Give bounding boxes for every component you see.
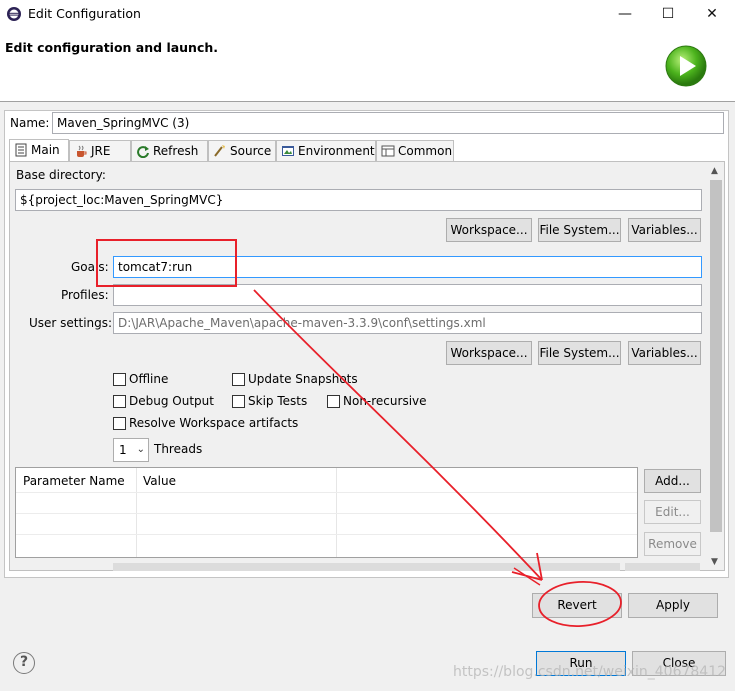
file-system-button[interactable]: File System... bbox=[538, 218, 621, 242]
watermark-text: https://blog.csdn.net/weixin_40678412 bbox=[453, 664, 727, 680]
main-tab-icon bbox=[15, 143, 27, 157]
revert-button[interactable]: Revert bbox=[532, 593, 622, 618]
name-field[interactable]: Maven_SpringMVC (3) bbox=[52, 112, 724, 134]
scroll-down-icon[interactable]: ▼ bbox=[711, 557, 718, 567]
workspace-button-2[interactable]: Workspace... bbox=[446, 341, 532, 365]
column-header-parameter-name[interactable]: Parameter Name bbox=[23, 474, 125, 488]
eclipse-icon bbox=[7, 7, 21, 21]
run-launch-icon bbox=[665, 45, 707, 87]
annotation-highlight-box bbox=[96, 239, 237, 287]
debug-output-label: Debug Output bbox=[129, 394, 214, 408]
tab-environment[interactable]: Environment bbox=[276, 140, 376, 162]
tab-main-label: Main bbox=[31, 143, 60, 157]
profiles-label: Profiles: bbox=[61, 288, 109, 302]
threads-select[interactable]: 1 ⌄ bbox=[113, 438, 149, 462]
variables-button-2[interactable]: Variables... bbox=[628, 341, 701, 365]
tab-jre-label: JRE bbox=[91, 144, 111, 158]
tab-source[interactable]: Source bbox=[208, 140, 276, 162]
base-directory-label: Base directory: bbox=[16, 168, 106, 182]
workspace-button[interactable]: Workspace... bbox=[446, 218, 532, 242]
user-settings-label: User settings: bbox=[29, 316, 113, 330]
resolve-workspace-label: Resolve Workspace artifacts bbox=[129, 416, 299, 430]
user-settings-field[interactable]: D:\JAR\Apache_Maven\apache-maven-3.3.9\c… bbox=[113, 312, 702, 334]
tab-common-label: Common bbox=[398, 144, 453, 158]
variables-button[interactable]: Variables... bbox=[628, 218, 701, 242]
tab-common[interactable]: Common bbox=[376, 140, 454, 162]
tab-environment-label: Environment bbox=[298, 144, 375, 158]
table-row bbox=[16, 492, 637, 493]
scroll-up-icon[interactable]: ▲ bbox=[711, 166, 718, 176]
tab-main[interactable]: Main bbox=[9, 139, 69, 162]
apply-button[interactable]: Apply bbox=[628, 593, 718, 618]
help-icon[interactable]: ? bbox=[13, 652, 35, 674]
resolve-workspace-checkbox[interactable] bbox=[113, 417, 126, 430]
scroll-thumb[interactable] bbox=[710, 180, 722, 532]
jre-tab-icon bbox=[77, 145, 87, 157]
window-title: Edit Configuration bbox=[28, 6, 141, 21]
debug-output-checkbox[interactable] bbox=[113, 395, 126, 408]
name-label: Name: bbox=[10, 116, 50, 130]
file-system-button-2[interactable]: File System... bbox=[538, 341, 621, 365]
tab-source-label: Source bbox=[230, 144, 272, 158]
common-tab-icon bbox=[381, 145, 395, 157]
edit-parameter-button[interactable]: Edit... bbox=[644, 500, 701, 524]
update-snapshots-checkbox[interactable] bbox=[232, 373, 245, 386]
close-window-button[interactable]: ✕ bbox=[701, 4, 723, 24]
threads-label: Threads bbox=[154, 442, 203, 456]
threads-value: 1 bbox=[119, 443, 127, 457]
horizontal-scrollbar-secondary[interactable] bbox=[625, 563, 700, 571]
table-row bbox=[16, 534, 637, 535]
profiles-field[interactable] bbox=[113, 284, 702, 306]
non-recursive-checkbox[interactable] bbox=[327, 395, 340, 408]
update-snapshots-label: Update Snapshots bbox=[248, 372, 358, 386]
minimize-button[interactable]: — bbox=[614, 4, 636, 24]
table-row bbox=[16, 513, 637, 514]
skip-tests-checkbox[interactable] bbox=[232, 395, 245, 408]
non-recursive-label: Non-recursive bbox=[343, 394, 427, 408]
skip-tests-label: Skip Tests bbox=[248, 394, 308, 408]
add-parameter-button[interactable]: Add... bbox=[644, 469, 701, 493]
chevron-down-icon: ⌄ bbox=[136, 444, 145, 455]
source-tab-icon bbox=[214, 145, 225, 157]
remove-parameter-button[interactable]: Remove bbox=[644, 532, 701, 556]
parameters-table[interactable]: Parameter Name Value bbox=[15, 467, 638, 558]
offline-checkbox[interactable] bbox=[113, 373, 126, 386]
environment-tab-icon bbox=[282, 146, 294, 156]
refresh-tab-icon bbox=[137, 146, 149, 158]
column-header-value[interactable]: Value bbox=[143, 474, 176, 488]
tab-refresh[interactable]: Refresh bbox=[131, 140, 208, 162]
base-directory-field[interactable]: ${project_loc:Maven_SpringMVC} bbox=[15, 189, 702, 211]
tab-refresh-label: Refresh bbox=[153, 144, 199, 158]
tab-jre[interactable]: JRE bbox=[69, 140, 131, 162]
horizontal-scrollbar[interactable] bbox=[113, 563, 620, 571]
offline-label: Offline bbox=[129, 372, 169, 386]
maximize-button[interactable]: ☐ bbox=[657, 4, 679, 24]
header-message: Edit configuration and launch. bbox=[5, 40, 219, 55]
